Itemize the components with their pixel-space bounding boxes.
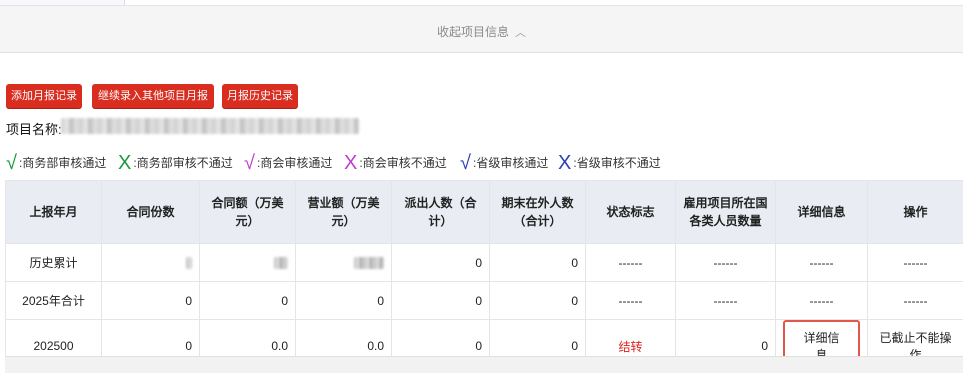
add-monthly-report-button[interactable]: 添加月报记录	[6, 84, 82, 108]
legend-province-pass: √:省级审核通过	[460, 152, 548, 175]
legend-mofcom-pass: √:商务部审核通过	[6, 152, 106, 175]
cell-contracts: 0	[102, 282, 200, 320]
check-mark-icon: √	[6, 152, 17, 174]
cell-action: ------	[868, 244, 963, 282]
redacted-value	[354, 257, 384, 269]
cell-status: ------	[586, 282, 676, 320]
cell-local-staff: ------	[676, 244, 776, 282]
col-header: 合同份数	[102, 181, 200, 244]
cell-detail: ------	[776, 282, 868, 320]
cell-detail: ------	[776, 244, 868, 282]
project-name-value-redacted	[61, 118, 359, 134]
x-mark-icon: X	[344, 152, 357, 174]
check-mark-icon: √	[460, 152, 471, 174]
table-row: 2025年合计 0 0 0 0 0 ------ ------ ------ -…	[6, 282, 963, 320]
cell-abroad: 0	[490, 282, 586, 320]
col-header: 状态标志	[586, 181, 676, 244]
cell-abroad: 0	[490, 244, 586, 282]
legend-chamber-pass: √:商会审核通过	[244, 152, 332, 175]
cell-dispatched: 0	[392, 244, 490, 282]
redacted-value	[186, 257, 192, 269]
top-tab-edge	[0, 0, 125, 5]
cell-contract-amount	[200, 244, 296, 282]
legend-mofcom-fail: X:商务部审核不通过	[118, 152, 233, 175]
col-header: 派出人数（合计）	[392, 181, 490, 244]
chevron-up-icon: ︿	[515, 27, 526, 39]
col-header: 营业额（万美元）	[296, 181, 392, 244]
collapse-bar: 收起项目信息 ︿	[0, 6, 963, 53]
table-row: 历史累计 0 0 ------ ------ ------ ------	[6, 244, 963, 282]
collapse-project-info-link[interactable]: 收起项目信息 ︿	[0, 23, 963, 40]
cell-contracts	[102, 244, 200, 282]
audit-legend: √:商务部审核通过 X:商务部审核不通过 √:商会审核通过 X:商会审核不通过 …	[6, 152, 956, 174]
table-header-row: 上报年月 合同份数 合同额（万美元） 营业额（万美元） 派出人数（合计） 期末在…	[6, 181, 963, 244]
redacted-value	[274, 257, 288, 269]
cell-revenue: 0	[296, 282, 392, 320]
cell-dispatched: 0	[392, 282, 490, 320]
continue-other-project-button[interactable]: 继续录入其他项目月报	[92, 84, 214, 108]
col-header: 雇用项目所在国各类人员数量	[676, 181, 776, 244]
cell-local-staff: ------	[676, 282, 776, 320]
x-mark-icon: X	[118, 152, 131, 174]
x-mark-icon: X	[558, 152, 571, 174]
cell-period: 2025年合计	[6, 282, 102, 320]
legend-province-fail: X:省级审核不通过	[558, 152, 661, 175]
col-header: 操作	[868, 181, 963, 244]
col-header: 合同额（万美元）	[200, 181, 296, 244]
cell-contract-amount: 0	[200, 282, 296, 320]
cell-status: ------	[586, 244, 676, 282]
project-name-text: 项目名称	[6, 122, 58, 137]
col-header: 上报年月	[6, 181, 102, 244]
legend-chamber-fail: X:商会审核不通过	[344, 152, 447, 175]
collapse-label: 收起项目信息	[437, 25, 509, 39]
check-mark-icon: √	[244, 152, 255, 174]
col-header: 详细信息	[776, 181, 868, 244]
cell-revenue	[296, 244, 392, 282]
col-header: 期末在外人数（合计）	[490, 181, 586, 244]
project-name-label: 项目名称:	[6, 119, 62, 138]
cell-period: 历史累计	[6, 244, 102, 282]
monthly-history-button[interactable]: 月报历史记录	[222, 84, 298, 108]
monthly-report-table: 上报年月 合同份数 合同额（万美元） 营业额（万美元） 派出人数（合计） 期末在…	[5, 180, 963, 373]
cell-action: ------	[868, 282, 963, 320]
table-footer-scroll-area[interactable]	[5, 356, 963, 373]
